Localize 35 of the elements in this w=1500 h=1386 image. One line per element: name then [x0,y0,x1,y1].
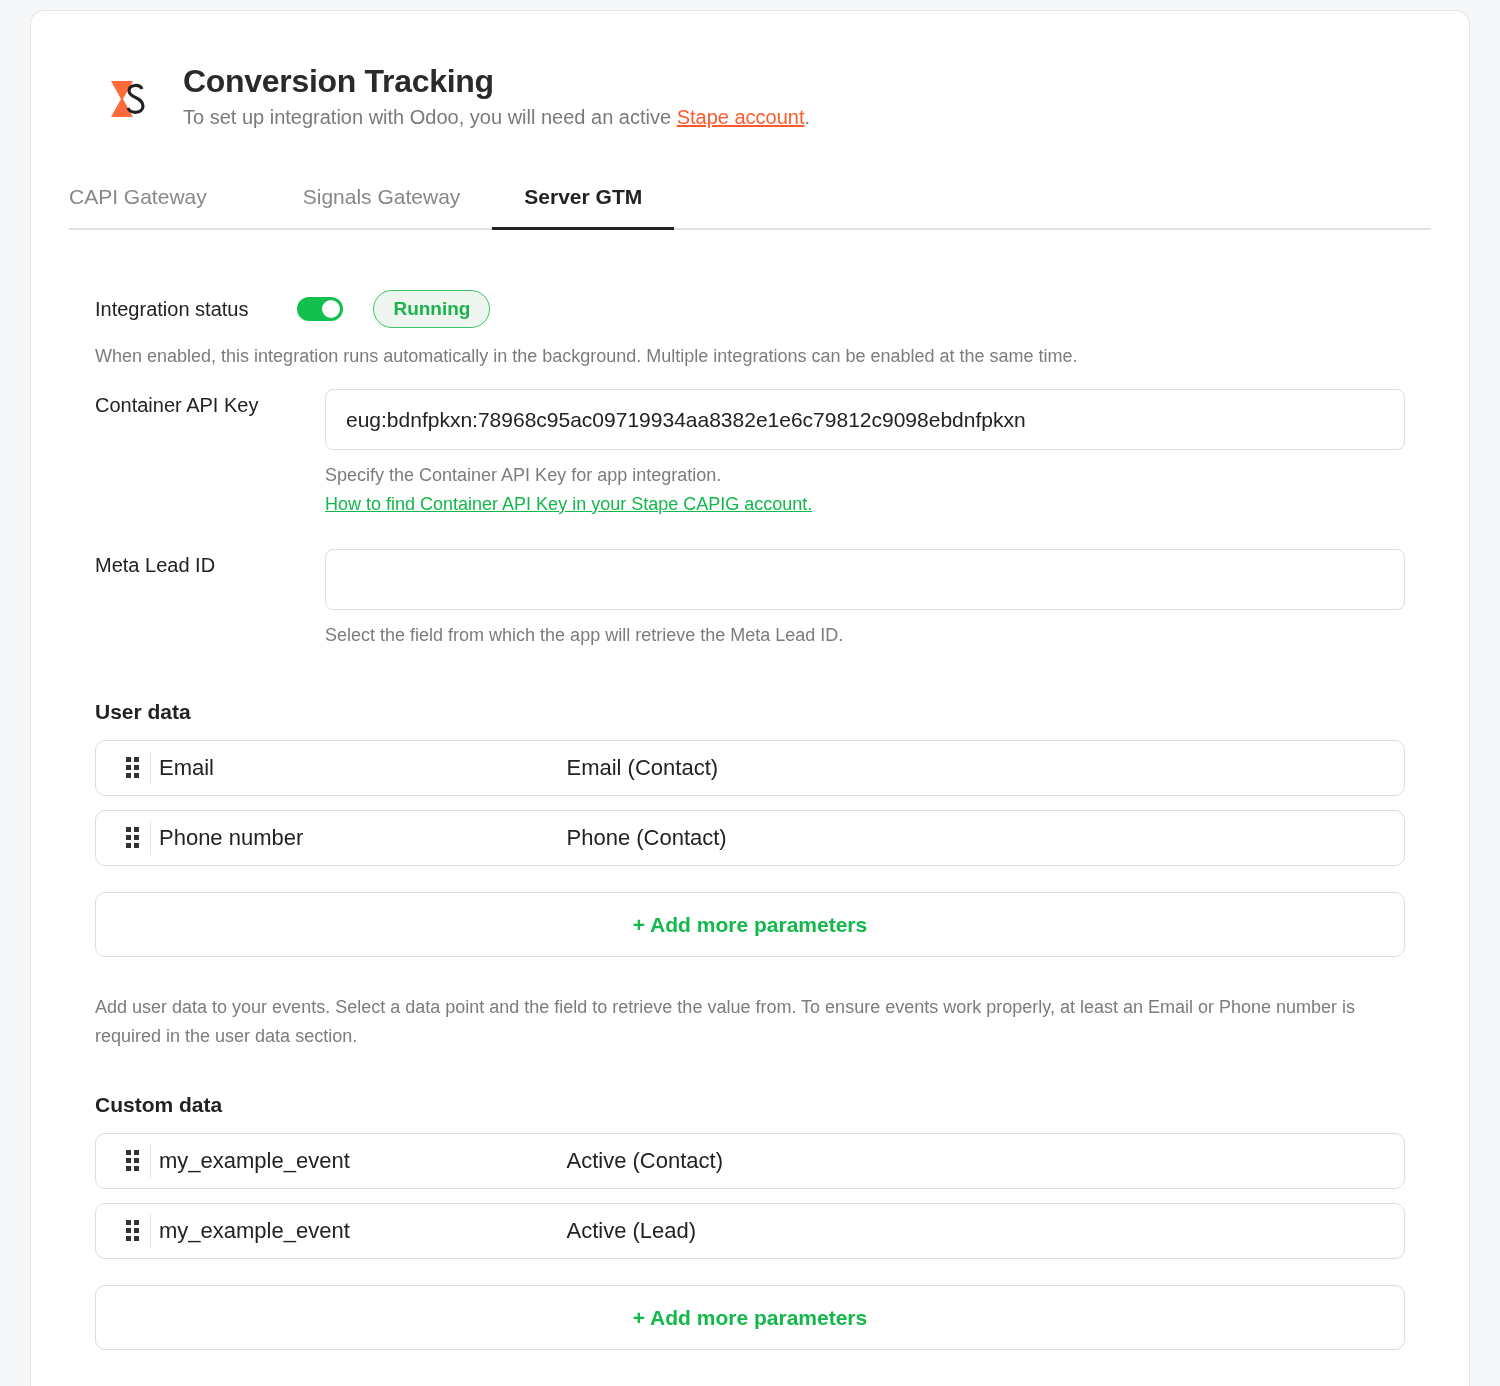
section-title: Custom data [95,1093,224,1118]
parameter-source: Active (Lead) [566,1218,698,1244]
drag-handle-icon[interactable] [126,1150,140,1172]
page-title: Conversion Tracking [183,63,495,100]
help-text: When enabled, this integration runs automatically in the background. Multiple integrations can be enabled at the same time. [95,345,1079,368]
parameter-name: Phone number [159,825,305,851]
parameter-row[interactable]: my_example_event Active (Contact) [95,1133,1405,1189]
drag-handle-icon[interactable] [126,757,140,779]
parameter-row[interactable]: Phone number Phone (Contact) [95,810,1405,866]
parameter-source: Phone (Contact) [566,825,728,851]
logo-icon [109,79,147,119]
parameter-source: Email (Contact) [566,755,720,781]
drag-handle-icon[interactable] [126,1220,140,1242]
input-field[interactable] [325,549,1405,610]
field-label: Container API Key [95,393,260,418]
section-title: User data [95,700,192,725]
parameter-name: my_example_event [159,1218,351,1244]
tab[interactable]: CAPI Gateway [69,185,239,230]
parameter-source: Active (Contact) [566,1148,724,1174]
status-toggle[interactable] [297,297,344,321]
tab[interactable]: Server GTM [492,185,675,230]
help-text: Specify the Container API Key for app integration. [325,464,723,487]
field-label: Integration status [95,297,249,321]
help-text: Select the field from which the app will retrieve the Meta Lead ID. [325,624,845,647]
field-label: Meta Lead ID [95,553,217,578]
input-field[interactable]: eug:bdnfpkxn:78968c95ac09719934aa8382e1e6c79812c9098ebdnfpkxn [325,389,1405,450]
parameter-row[interactable]: Email Email (Contact) [95,740,1405,796]
parameter-row[interactable]: my_example_event Active (Lead) [95,1203,1405,1259]
drag-handle-icon[interactable] [126,827,140,849]
parameter-name: Email [159,755,215,781]
help-text: Add user data to your events. Select a data point and the field to retrieve the value from. To ensure events work properly, at least an Email or Phone number is required in the user data section. [95,996,1357,1048]
status-badge: Running [373,290,491,328]
parameter-name: my_example_event [159,1148,351,1174]
tab[interactable]: Signals Gateway [270,185,493,230]
page-subtitle: To set up integration with Odoo, you will need an active Stape account. [183,106,811,129]
